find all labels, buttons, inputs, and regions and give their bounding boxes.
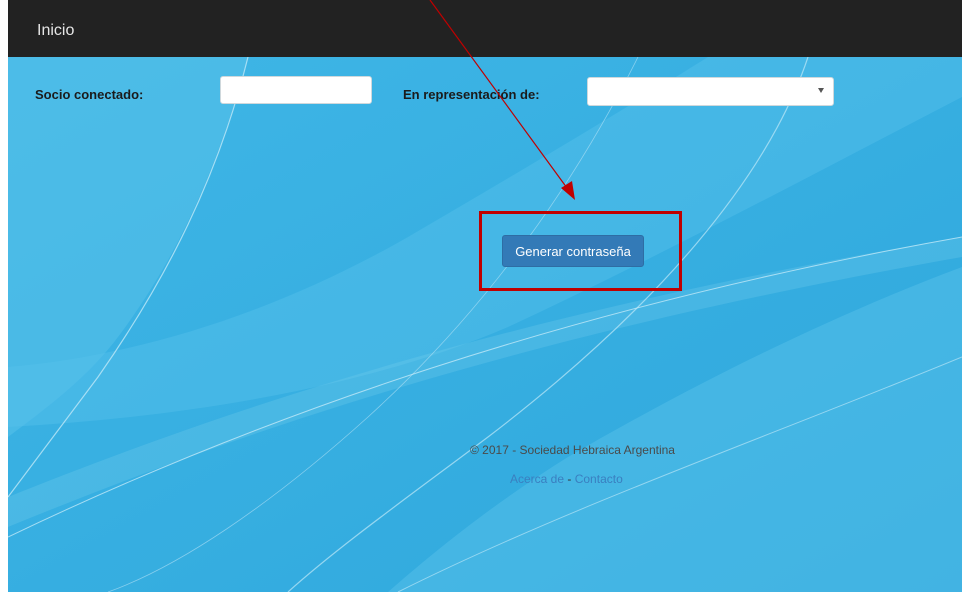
footer-copyright: © 2017 - Sociedad Hebraica Argentina (8, 443, 962, 457)
generar-contrasena-button[interactable]: Generar contraseña (502, 235, 644, 267)
footer-links: Acerca de - Contacto (510, 472, 623, 486)
socio-conectado-label: Socio conectado: (35, 87, 144, 102)
background-waves (8, 57, 962, 592)
contacto-link[interactable]: Contacto (575, 472, 623, 486)
copyright-text: © 2017 - Sociedad Hebraica Argentina (470, 443, 675, 457)
representacion-select[interactable] (587, 77, 834, 106)
representacion-label: En representación de: (403, 87, 540, 102)
footer-separator: - (567, 472, 572, 486)
page: Inicio Socio conectado: En representació… (8, 0, 962, 592)
top-navbar: Inicio (8, 0, 962, 57)
nav-brand-inicio[interactable]: Inicio (37, 22, 74, 40)
acerca-de-link[interactable]: Acerca de (510, 472, 564, 486)
socio-conectado-input[interactable] (220, 76, 372, 104)
chevron-down-icon (818, 88, 824, 93)
